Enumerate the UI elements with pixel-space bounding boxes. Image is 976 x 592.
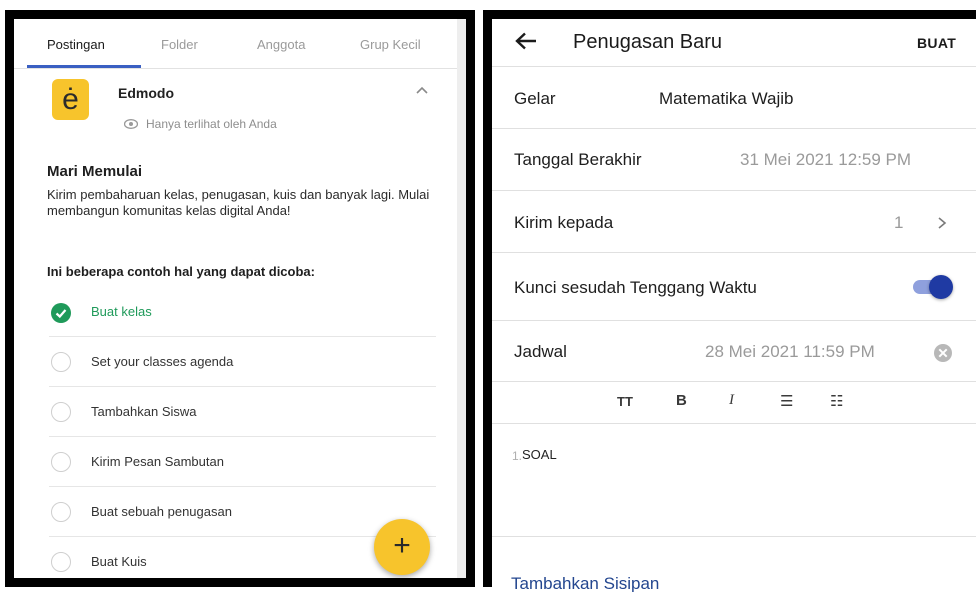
getting-started-heading: Mari Memulai [47, 163, 143, 180]
schedule-value[interactable]: 28 Mei 2021 11:59 PM [705, 342, 875, 362]
tab-grup-kecil[interactable]: Grup Kecil [360, 37, 421, 52]
check-circle-icon [51, 303, 71, 323]
examples-heading: Ini beberapa contoh hal yang dapat dicob… [47, 264, 315, 279]
send-to-label: Kirim kepada [514, 213, 614, 232]
scrollbar[interactable] [457, 19, 466, 578]
task-label: Set your classes agenda [91, 354, 234, 369]
logo-letter: ė [62, 83, 79, 116]
task-label: Tambahkan Siswa [91, 404, 197, 419]
edmodo-logo: ė [52, 79, 89, 120]
assignment-editor[interactable]: 1. SOAL [492, 425, 976, 537]
toggle-knob [929, 275, 953, 299]
chevron-up-icon[interactable] [414, 83, 430, 99]
group-tabs: Postingan Folder Anggota Grup Kecil [14, 19, 457, 69]
add-attachment-link[interactable]: Tambahkan Sisipan [511, 574, 659, 592]
task-label: Buat kelas [91, 304, 152, 319]
create-button[interactable]: BUAT [917, 35, 956, 51]
empty-circle-icon [51, 552, 71, 572]
task-label: Kirim Pesan Sambutan [91, 454, 224, 469]
editor-line-number: 1. [512, 449, 523, 463]
stream-content: Postingan Folder Anggota Grup Kecil ė Ed… [14, 19, 457, 578]
editor-content[interactable]: SOAL [522, 447, 557, 462]
empty-circle-icon [51, 502, 71, 522]
due-date-label: Tanggal Berakhir [514, 150, 642, 169]
task-item-buat-kelas[interactable]: Buat kelas [49, 287, 436, 337]
active-tab-indicator [27, 65, 141, 68]
task-item-pesan-sambutan[interactable]: Kirim Pesan Sambutan [49, 437, 436, 487]
title-label: Gelar [514, 89, 556, 108]
plus-icon: + [393, 529, 411, 562]
tab-folder[interactable]: Folder [161, 37, 198, 52]
visibility-note: Hanya terlihat oleh Anda [146, 117, 277, 131]
italic-button[interactable]: I [729, 392, 734, 409]
chevron-right-icon [938, 217, 947, 229]
recipient-count: 1 [894, 213, 904, 232]
due-date-value[interactable]: 31 Mei 2021 12:59 PM [740, 150, 911, 170]
clear-icon[interactable] [933, 343, 953, 363]
bullet-list-button[interactable]: ☰ [780, 392, 793, 410]
due-date-row[interactable]: Tanggal Berakhir 31 Mei 2021 12:59 PM [492, 129, 976, 191]
back-arrow-icon[interactable] [515, 32, 537, 50]
app-bar: Penugasan Baru BUAT [492, 19, 976, 67]
page-title: Penugasan Baru [573, 31, 723, 53]
task-item-tambahkan-siswa[interactable]: Tambahkan Siswa [49, 387, 436, 437]
schedule-row[interactable]: Jadwal 28 Mei 2021 11:59 PM [492, 321, 976, 382]
send-to-row[interactable]: Kirim kepada 1 [492, 191, 976, 253]
tab-anggota[interactable]: Anggota [257, 37, 305, 52]
task-label: Buat sebuah penugasan [91, 504, 232, 519]
schedule-label: Jadwal [514, 342, 567, 361]
title-row[interactable]: Gelar Matematika Wajib [492, 68, 976, 129]
task-item-agenda[interactable]: Set your classes agenda [49, 337, 436, 387]
empty-circle-icon [51, 452, 71, 472]
bold-button[interactable]: B [676, 392, 687, 409]
empty-circle-icon [51, 402, 71, 422]
title-input[interactable]: Matematika Wajib [659, 89, 793, 109]
edmodo-stream-panel: Postingan Folder Anggota Grup Kecil ė Ed… [5, 10, 475, 587]
lock-toggle[interactable] [492, 275, 976, 299]
task-label: Buat Kuis [91, 554, 147, 569]
formatting-toolbar: TT B I ☰ ☷ [492, 382, 976, 424]
post-author: Edmodo [118, 85, 174, 101]
tab-postingan[interactable]: Postingan [47, 37, 105, 52]
add-post-button[interactable]: + [374, 519, 430, 575]
getting-started-description: Kirim pembaharuan kelas, penugasan, kuis… [47, 187, 430, 218]
lock-after-due-row: Kunci sesudah Tenggang Waktu [492, 253, 976, 321]
numbered-list-button[interactable]: ☷ [830, 392, 843, 410]
empty-circle-icon [51, 352, 71, 372]
eye-icon [124, 119, 138, 129]
new-assignment-panel: Penugasan Baru BUAT Gelar Matematika Waj… [483, 10, 976, 592]
text-size-button[interactable]: TT [617, 394, 633, 409]
